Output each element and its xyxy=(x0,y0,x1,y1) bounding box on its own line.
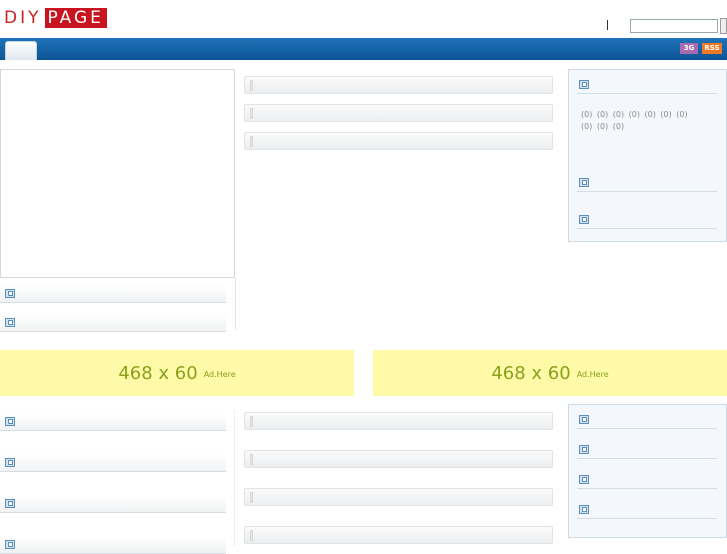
search-button[interactable] xyxy=(720,18,727,34)
left-section-header[interactable] xyxy=(0,285,226,303)
right-section-header[interactable] xyxy=(577,413,717,429)
section-icon xyxy=(5,417,15,426)
section-icon xyxy=(5,458,15,467)
middle-section-header[interactable] xyxy=(244,526,553,544)
right-sidebar-panel xyxy=(568,404,727,538)
bar-handle-icon xyxy=(250,80,253,91)
bar-handle-icon xyxy=(250,492,253,503)
right-sidebar-panel: (0) (0) (0) (0) (0) (0) (0) (0) (0) (0) xyxy=(568,69,727,242)
left-section-header[interactable] xyxy=(0,314,226,332)
left-section-header[interactable] xyxy=(0,495,226,513)
counts-line: (0) (0) (0) (0) (0) (0) (0) xyxy=(581,110,688,119)
section-icon xyxy=(579,80,589,89)
logo-text-diy: DIY xyxy=(4,8,42,28)
site-logo[interactable]: DIY PAGE xyxy=(4,7,107,29)
ad-banner-left[interactable]: 468 x 60 Ad.Here xyxy=(0,350,354,396)
logo-text-page: PAGE xyxy=(44,8,107,28)
section-icon xyxy=(579,178,589,187)
bar-handle-icon xyxy=(250,416,253,427)
section-icon xyxy=(5,289,15,298)
section-icon xyxy=(579,415,589,424)
nav-tab-home[interactable] xyxy=(5,41,37,60)
section-icon xyxy=(579,445,589,454)
search-input[interactable] xyxy=(630,19,718,33)
left-section-header[interactable] xyxy=(0,536,226,554)
section-icon xyxy=(579,475,589,484)
counts-line: (0) (0) (0) xyxy=(581,122,625,131)
main-nav-bar xyxy=(0,38,727,60)
right-section-header[interactable] xyxy=(577,78,717,94)
ad-label-text: Ad.Here xyxy=(203,370,236,379)
badge-rss[interactable]: RSS xyxy=(702,43,722,54)
column-divider xyxy=(235,278,236,330)
middle-section-header[interactable] xyxy=(244,132,553,150)
right-section-header[interactable] xyxy=(577,503,717,519)
right-section-header[interactable] xyxy=(577,473,717,489)
badge-3g[interactable]: 3G xyxy=(680,43,698,54)
middle-section-header[interactable] xyxy=(244,104,553,122)
section-icon xyxy=(5,318,15,327)
bar-handle-icon xyxy=(250,530,253,541)
section-icon xyxy=(579,215,589,224)
ad-size-text: 468 x 60 xyxy=(491,362,571,384)
ad-size-text: 468 x 60 xyxy=(118,362,198,384)
bar-handle-icon xyxy=(250,136,253,147)
bar-handle-icon xyxy=(250,454,253,465)
middle-section-header[interactable] xyxy=(244,450,553,468)
column-divider xyxy=(234,410,235,545)
bar-handle-icon xyxy=(250,108,253,119)
right-section-header[interactable] xyxy=(577,443,717,459)
middle-section-header[interactable] xyxy=(244,488,553,506)
category-counts: (0) (0) (0) (0) (0) (0) (0) (0) (0) (0) xyxy=(581,109,721,133)
right-section-header[interactable] xyxy=(577,176,717,192)
left-section-header[interactable] xyxy=(0,413,226,431)
section-icon xyxy=(579,505,589,514)
middle-section-header[interactable] xyxy=(244,76,553,94)
section-icon xyxy=(5,499,15,508)
middle-section-header[interactable] xyxy=(244,412,553,430)
ad-banner-right[interactable]: 468 x 60 Ad.Here xyxy=(373,350,727,396)
left-section-header[interactable] xyxy=(0,454,226,472)
left-featured-box xyxy=(0,69,235,278)
right-section-header[interactable] xyxy=(577,213,717,229)
header-separator xyxy=(607,20,608,30)
ad-label-text: Ad.Here xyxy=(576,370,609,379)
